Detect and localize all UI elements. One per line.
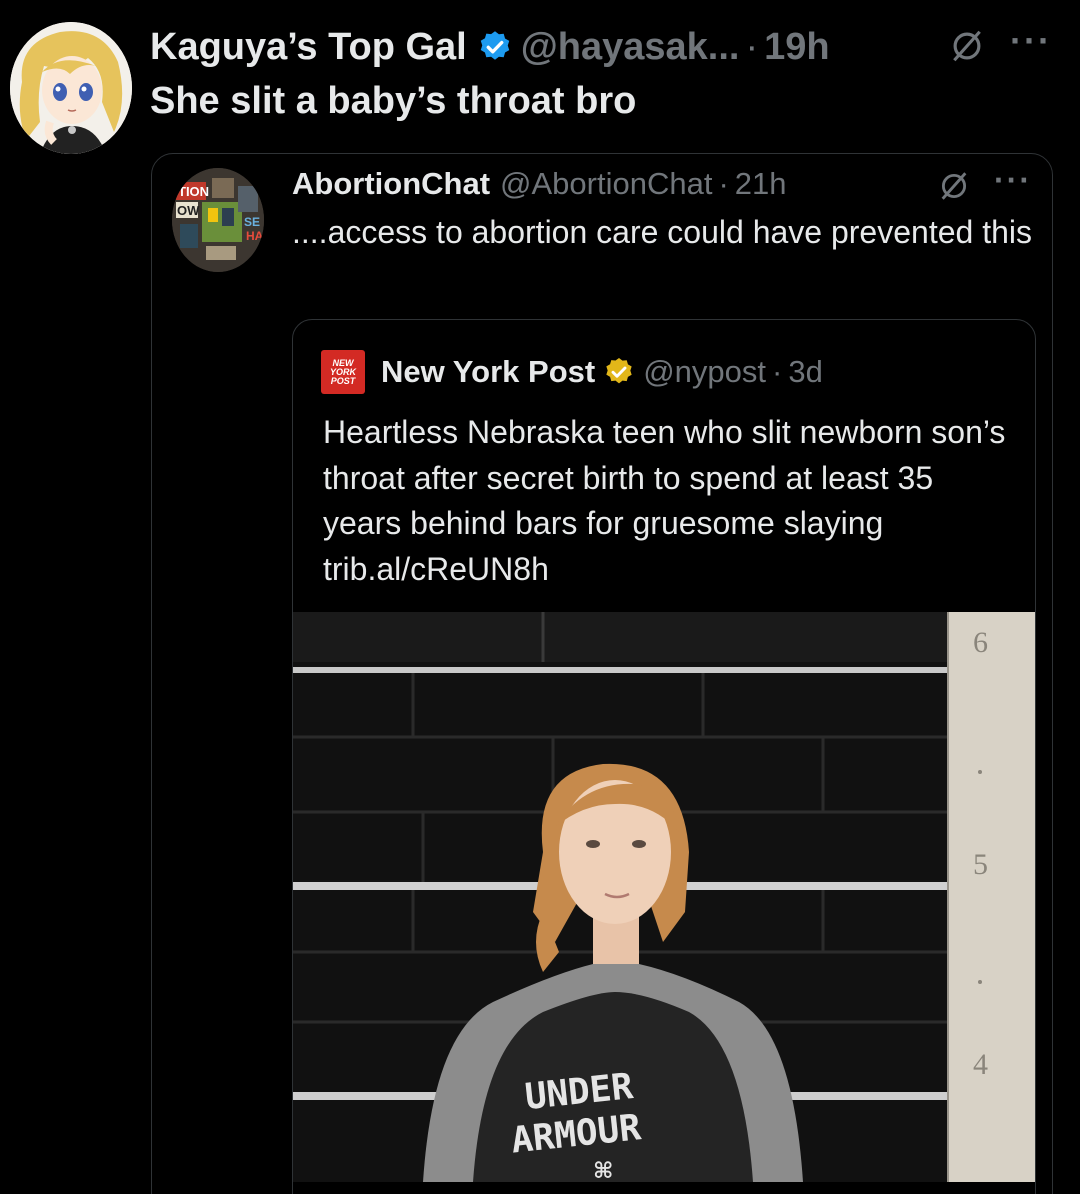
- verified-badge-icon: [477, 29, 513, 65]
- quoted-post-header: AbortionChat @AbortionChat · 21h: [292, 162, 787, 206]
- nested-quoted-post[interactable]: NEW YORK POST New York Post @nypost · 3d…: [292, 319, 1036, 1194]
- author-name[interactable]: Kaguya’s Top Gal: [150, 26, 467, 69]
- separator-dot: ·: [745, 25, 759, 68]
- logo-line: POST: [330, 375, 356, 386]
- nested-author-name[interactable]: New York Post: [381, 354, 595, 390]
- more-options-icon[interactable]: ···: [1010, 20, 1052, 62]
- quoted-timestamp[interactable]: 21h: [735, 166, 787, 202]
- height-mark: 6: [973, 626, 988, 659]
- separator-dot: ·: [718, 166, 729, 201]
- separator-dot: ·: [772, 354, 783, 389]
- mugshot-photo[interactable]: 6 5 4 UNDER ARMOUR ⌘: [293, 612, 1035, 1184]
- quoted-author-name[interactable]: AbortionChat: [292, 166, 490, 202]
- post-header: Kaguya’s Top Gal @hayasak... · 19h: [150, 22, 830, 72]
- quoted-author-handle[interactable]: @AbortionChat: [500, 166, 712, 202]
- post-screenshot: Kaguya’s Top Gal @hayasak... · 19h ··· S…: [0, 0, 1080, 1194]
- nested-timestamp[interactable]: 3d: [788, 354, 822, 390]
- more-options-icon[interactable]: ···: [994, 162, 1032, 199]
- nested-post-text: Heartless Nebraska teen who slit newborn…: [323, 414, 1006, 587]
- svg-text:SE: SE: [244, 215, 260, 229]
- post-timestamp[interactable]: 19h: [764, 26, 829, 69]
- svg-text:⌘: ⌘: [593, 1159, 613, 1182]
- bookstore-avatar-icon[interactable]: TION OW SE HA: [172, 168, 264, 272]
- verified-gold-badge-icon: [603, 356, 635, 388]
- author-handle[interactable]: @hayasak...: [521, 26, 740, 69]
- height-mark: 4: [973, 1048, 988, 1081]
- post-text: She slit a baby’s throat bro: [150, 80, 637, 122]
- svg-text:OW: OW: [177, 203, 200, 218]
- svg-text:HA: HA: [246, 229, 264, 243]
- height-mark: 5: [973, 848, 988, 881]
- anime-avatar-icon[interactable]: [10, 22, 132, 154]
- svg-text:TION: TION: [178, 184, 209, 199]
- grok-icon[interactable]: [937, 169, 971, 203]
- nested-author-handle[interactable]: @nypost: [643, 354, 766, 390]
- grok-icon[interactable]: [948, 27, 986, 65]
- nypost-logo-icon[interactable]: NEW YORK POST: [321, 350, 365, 394]
- quoted-post[interactable]: TION OW SE HA AbortionChat @AbortionChat…: [151, 153, 1053, 1194]
- nested-post-header: New York Post @nypost · 3d: [381, 350, 823, 394]
- quoted-post-text: ....access to abortion care could have p…: [292, 214, 1032, 250]
